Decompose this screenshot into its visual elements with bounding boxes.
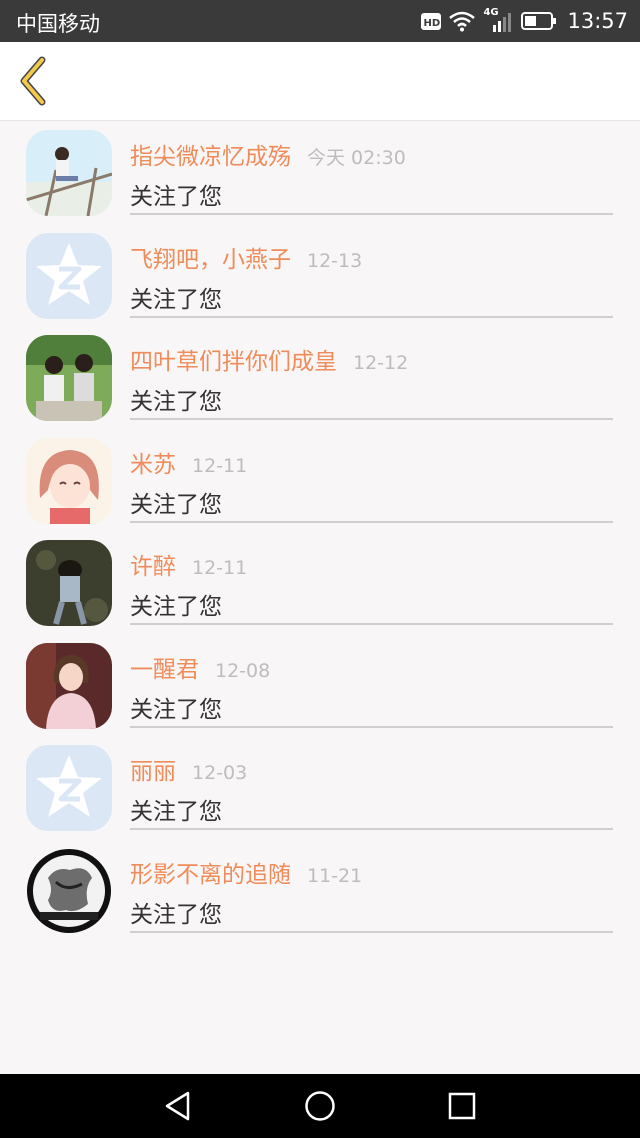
avatar[interactable]	[26, 848, 112, 934]
nav-back-button[interactable]	[161, 1089, 195, 1123]
back-triangle-icon	[165, 1091, 190, 1121]
timestamp: 12-11	[192, 557, 248, 579]
divider	[130, 623, 613, 625]
timestamp: 12-11	[192, 454, 248, 477]
avatar[interactable]	[26, 437, 112, 524]
back-button[interactable]	[10, 54, 60, 108]
system-nav-bar	[0, 1074, 640, 1138]
timestamp: 12-08	[215, 659, 271, 682]
default-qq-avatar-icon	[26, 232, 112, 319]
timestamp: 12-12	[353, 352, 409, 374]
user-name[interactable]: 一醒君	[130, 657, 199, 683]
notification-message: 关注了您	[130, 286, 222, 313]
list-item[interactable]: 指尖微凉忆成殇 今天 02:30 关注了您	[0, 121, 640, 224]
home-circle-icon	[305, 1091, 335, 1121]
avatar[interactable]	[26, 540, 112, 626]
avatar[interactable]	[26, 745, 112, 831]
avatar[interactable]	[26, 232, 112, 319]
battery-icon	[521, 12, 557, 30]
timestamp: 11-21	[307, 864, 363, 887]
nav-recents-button[interactable]	[445, 1089, 479, 1123]
hd-icon: HD	[421, 12, 442, 30]
chevron-left-icon	[20, 56, 46, 106]
list-item[interactable]: 飞翔吧，小燕子 12-13 关注了您	[0, 224, 640, 327]
user-name[interactable]: 丽丽	[130, 759, 176, 785]
user-name[interactable]: 形影不离的追随	[130, 862, 291, 888]
divider	[130, 213, 613, 215]
nav-home-button[interactable]	[303, 1089, 337, 1123]
divider	[130, 725, 613, 728]
signal-icon: 4G	[483, 7, 513, 33]
notification-message: 关注了您	[130, 594, 222, 620]
user-name[interactable]: 许醉	[130, 554, 176, 580]
notification-message: 关注了您	[130, 184, 222, 210]
notification-message: 关注了您	[130, 696, 222, 723]
user-name[interactable]: 飞翔吧，小燕子	[130, 247, 291, 273]
notification-message: 关注了您	[130, 491, 222, 518]
list-item[interactable]: 许醉 12-11 关注了您	[0, 531, 640, 634]
divider	[130, 828, 613, 830]
recents-square-icon	[448, 1092, 476, 1120]
wifi-icon	[449, 11, 476, 32]
divider	[130, 418, 613, 420]
timestamp: 12-13	[307, 249, 363, 272]
list-item[interactable]: 一醒君 12-08 关注了您	[0, 634, 640, 737]
avatar[interactable]	[26, 335, 112, 421]
carrier-label: 中国移动	[16, 12, 100, 36]
divider	[130, 520, 613, 523]
list-item[interactable]: 米苏 12-11 关注了您	[0, 429, 640, 532]
top-nav-bar	[0, 42, 640, 121]
notification-message: 关注了您	[130, 389, 222, 415]
status-icons: HD 4G 13:57	[421, 6, 628, 36]
status-bar: 中国移动 HD 4G 13:57	[0, 0, 640, 42]
user-name[interactable]: 米苏	[130, 452, 176, 478]
avatar[interactable]	[26, 130, 112, 216]
timestamp: 12-03	[192, 762, 248, 784]
default-qq-avatar-icon	[26, 745, 112, 831]
notification-list: 指尖微凉忆成殇今天 02:30 关注了您 飞翔吧，小燕子 12-13 关注了您	[0, 121, 640, 941]
divider	[130, 930, 613, 933]
list-item[interactable]: 四叶草们拌你们成皇 12-12 关注了您	[0, 326, 640, 429]
timestamp: 今天 02:30	[307, 147, 406, 169]
list-item[interactable]: 丽丽 12-03 关注了您	[0, 736, 640, 839]
avatar[interactable]	[26, 642, 112, 729]
clock: 13:57	[567, 9, 628, 33]
divider	[130, 315, 613, 318]
user-name[interactable]: 四叶草们拌你们成皇	[130, 349, 337, 375]
user-name[interactable]: 指尖微凉忆成殇	[130, 144, 291, 170]
notification-message: 关注了您	[130, 799, 222, 825]
list-item[interactable]: 形影不离的追随 11-21 关注了您	[0, 839, 640, 942]
notification-message: 关注了您	[130, 901, 222, 928]
